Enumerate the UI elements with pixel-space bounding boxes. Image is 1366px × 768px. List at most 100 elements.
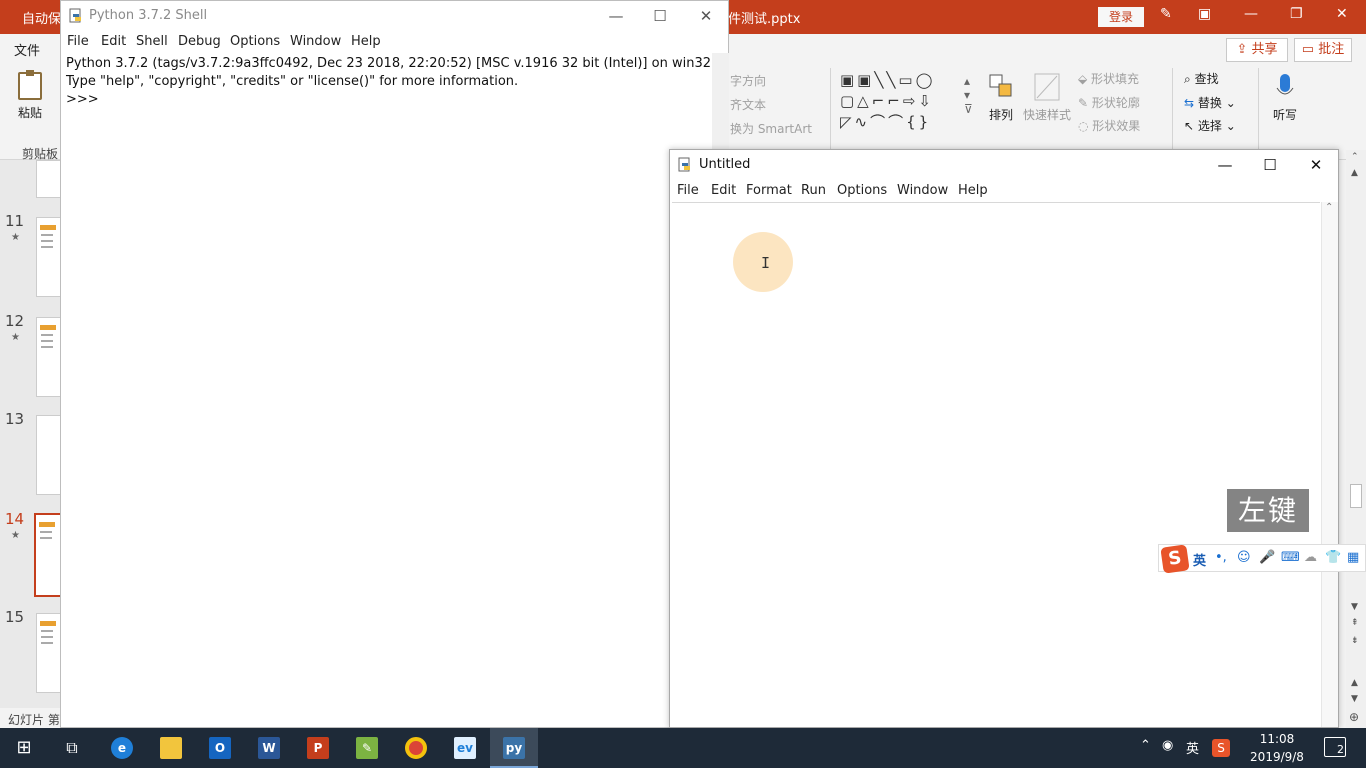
skin-icon[interactable]: 👕 (1325, 550, 1341, 565)
chevron-up-icon[interactable]: ⌃ (1140, 738, 1151, 753)
editor-title-bar[interactable]: Untitled — ☐ ✕ (670, 150, 1338, 180)
scroll-down-icon[interactable]: ▼ (1351, 602, 1358, 612)
paste-button[interactable]: 粘贴 (14, 70, 46, 132)
previous-slide-icon[interactable]: ⇞ (1351, 618, 1359, 628)
keyboard-icon[interactable]: ⌨ (1281, 550, 1300, 565)
taskbar-edge[interactable]: e (98, 728, 146, 768)
scroll-up-icon[interactable]: ▲ (1351, 678, 1358, 688)
user-icon[interactable]: ☁ (1304, 550, 1317, 565)
taskbar-outlook[interactable]: O (196, 728, 244, 768)
menu-format[interactable]: Format (746, 183, 792, 198)
shell-minimize-button[interactable]: — (605, 5, 627, 27)
taskbar-python-idle[interactable]: py (490, 728, 538, 768)
chevron-up-icon[interactable]: ⌃ (1351, 152, 1359, 162)
slide-number: 12 (5, 312, 25, 330)
chevron-up-icon[interactable]: ⌃ (1325, 202, 1333, 213)
editor-scrollbar[interactable]: ⌃ (1321, 202, 1338, 727)
editor-minimize-button[interactable]: — (1214, 154, 1236, 176)
tab-file[interactable]: 文件 (14, 40, 40, 59)
shape-outline-button[interactable]: ✎ 形状轮廓 (1078, 94, 1140, 111)
menu-shell[interactable]: Shell (136, 34, 168, 49)
replace-button[interactable]: ⇆ 替换 ⌄ (1184, 94, 1236, 111)
ppt-restore-button[interactable]: ❐ (1290, 6, 1303, 22)
shape-effects-button[interactable]: ◌ 形状效果 (1078, 117, 1140, 134)
shape-fill-button[interactable]: ⬙ 形状填充 (1078, 70, 1139, 87)
align-text-button[interactable]: 齐文本 (730, 96, 766, 113)
menu-run[interactable]: Run (801, 183, 826, 198)
scroll-thumb[interactable] (1350, 484, 1362, 508)
convert-smartart-button[interactable]: 换为 SmartArt (730, 120, 812, 137)
ribbon-separator (1258, 68, 1259, 152)
menu-options[interactable]: Options (837, 183, 887, 198)
menu-edit[interactable]: Edit (711, 183, 736, 198)
emoji-icon[interactable]: ☺ (1237, 550, 1251, 565)
punctuation-icon[interactable]: •, (1215, 550, 1227, 565)
next-slide-icon[interactable]: ⇟ (1351, 636, 1359, 646)
menu-help[interactable]: Help (958, 183, 988, 198)
menu-options[interactable]: Options (230, 34, 280, 49)
taskbar-chrome[interactable] (392, 728, 440, 768)
taskbar-powerpoint[interactable]: P (294, 728, 342, 768)
toolbox-icon[interactable]: ▦ (1347, 550, 1359, 565)
menu-debug[interactable]: Debug (178, 34, 221, 49)
taskbar-app[interactable]: ev (441, 728, 489, 768)
editor-maximize-button[interactable]: ☐ (1259, 154, 1281, 176)
scroll-up-icon[interactable]: ▲ (1351, 168, 1358, 178)
qq-icon[interactable]: ◉ (1162, 738, 1173, 753)
text-direction-button[interactable]: 字方向 (730, 72, 766, 89)
ime-toolbar[interactable]: S 英 •, ☺ 🎤 ⌨ ☁ 👕 ▦ (1158, 544, 1366, 574)
ribbon-display-icon[interactable]: ▣ (1198, 6, 1211, 22)
slide-thumbnail[interactable] (36, 217, 62, 297)
clock-time: 11:08 (1259, 732, 1295, 746)
menu-file[interactable]: File (67, 34, 89, 49)
taskbar-word[interactable]: W (245, 728, 293, 768)
pen-icon[interactable]: ✎ (1160, 6, 1172, 22)
editor-title: Untitled (699, 157, 751, 172)
ppt-close-button[interactable]: ✕ (1336, 6, 1348, 22)
slide-thumbnail[interactable] (36, 613, 62, 693)
task-view-button[interactable]: ⧉ (48, 728, 96, 768)
menu-edit[interactable]: Edit (101, 34, 126, 49)
shell-title-bar[interactable]: Python 3.7.2 Shell — ☐ ✕ (61, 1, 728, 31)
sogou-tray-icon[interactable]: S (1212, 739, 1230, 757)
shape-effects-label: 形状效果 (1092, 119, 1141, 133)
slide-thumbnail[interactable] (36, 317, 62, 397)
menu-file[interactable]: File (677, 183, 699, 198)
taskbar-file-explorer[interactable] (147, 728, 195, 768)
gallery-scroll-icon[interactable]: ▴ ▾ ⊽ (964, 74, 973, 116)
start-button[interactable]: ⊞ (0, 728, 48, 768)
login-button[interactable]: 登录 (1098, 7, 1144, 27)
input-language-indicator[interactable]: 英 (1186, 738, 1199, 757)
ppt-vertical-scrollbar[interactable]: ⌃ ▲ ▼ ⇞ ⇟ ▲ ▼ ⊕ (1346, 150, 1366, 728)
find-button[interactable]: ⌕ 查找 (1184, 70, 1219, 87)
editor-close-button[interactable]: ✕ (1305, 154, 1327, 176)
slide-thumbnail[interactable] (36, 415, 62, 495)
select-button[interactable]: ↖ 选择 ⌄ (1184, 117, 1236, 134)
dictate-button[interactable]: 听写 (1268, 72, 1302, 123)
menu-window[interactable]: Window (290, 34, 341, 49)
quick-styles-icon (1034, 73, 1060, 101)
menu-help[interactable]: Help (351, 34, 381, 49)
ime-language-toggle[interactable]: 英 (1193, 550, 1206, 569)
scroll-down-icon[interactable]: ▼ (1351, 694, 1358, 704)
shell-maximize-button[interactable]: ☐ (649, 5, 671, 27)
comment-button[interactable]: ▭ 批注 (1294, 38, 1352, 62)
python-icon (69, 8, 81, 23)
menu-window[interactable]: Window (897, 183, 948, 198)
arrange-button[interactable]: 排列 (984, 72, 1018, 123)
notification-center-button[interactable]: 2 (1324, 737, 1346, 757)
slide-thumbnail-selected[interactable] (34, 513, 62, 597)
shapes-gallery[interactable]: ▣▣╲╲▭◯ ▢△⌐⌐⇨⇩ ◸∿⌒⌒{} (840, 70, 968, 134)
quick-styles-label: 快速样式 (1022, 108, 1071, 122)
taskbar-clock[interactable]: 11:08 2019/9/8 (1242, 730, 1312, 766)
shell-close-button[interactable]: ✕ (695, 5, 717, 27)
slide-number: 15 (5, 608, 25, 626)
share-button[interactable]: ⇪ 共享 (1226, 38, 1288, 62)
taskbar-notepadpp[interactable]: ✎ (343, 728, 391, 768)
slide-thumbnail[interactable] (36, 160, 62, 198)
shell-output[interactable]: Python 3.7.2 (tags/v3.7.2:9a3ffc0492, De… (66, 55, 711, 109)
quick-styles-button[interactable]: 快速样式 (1022, 72, 1072, 123)
ppt-minimize-button[interactable]: — (1244, 6, 1258, 22)
microphone-icon[interactable]: 🎤 (1259, 550, 1275, 565)
fit-slide-icon[interactable]: ⊕ (1349, 710, 1359, 724)
